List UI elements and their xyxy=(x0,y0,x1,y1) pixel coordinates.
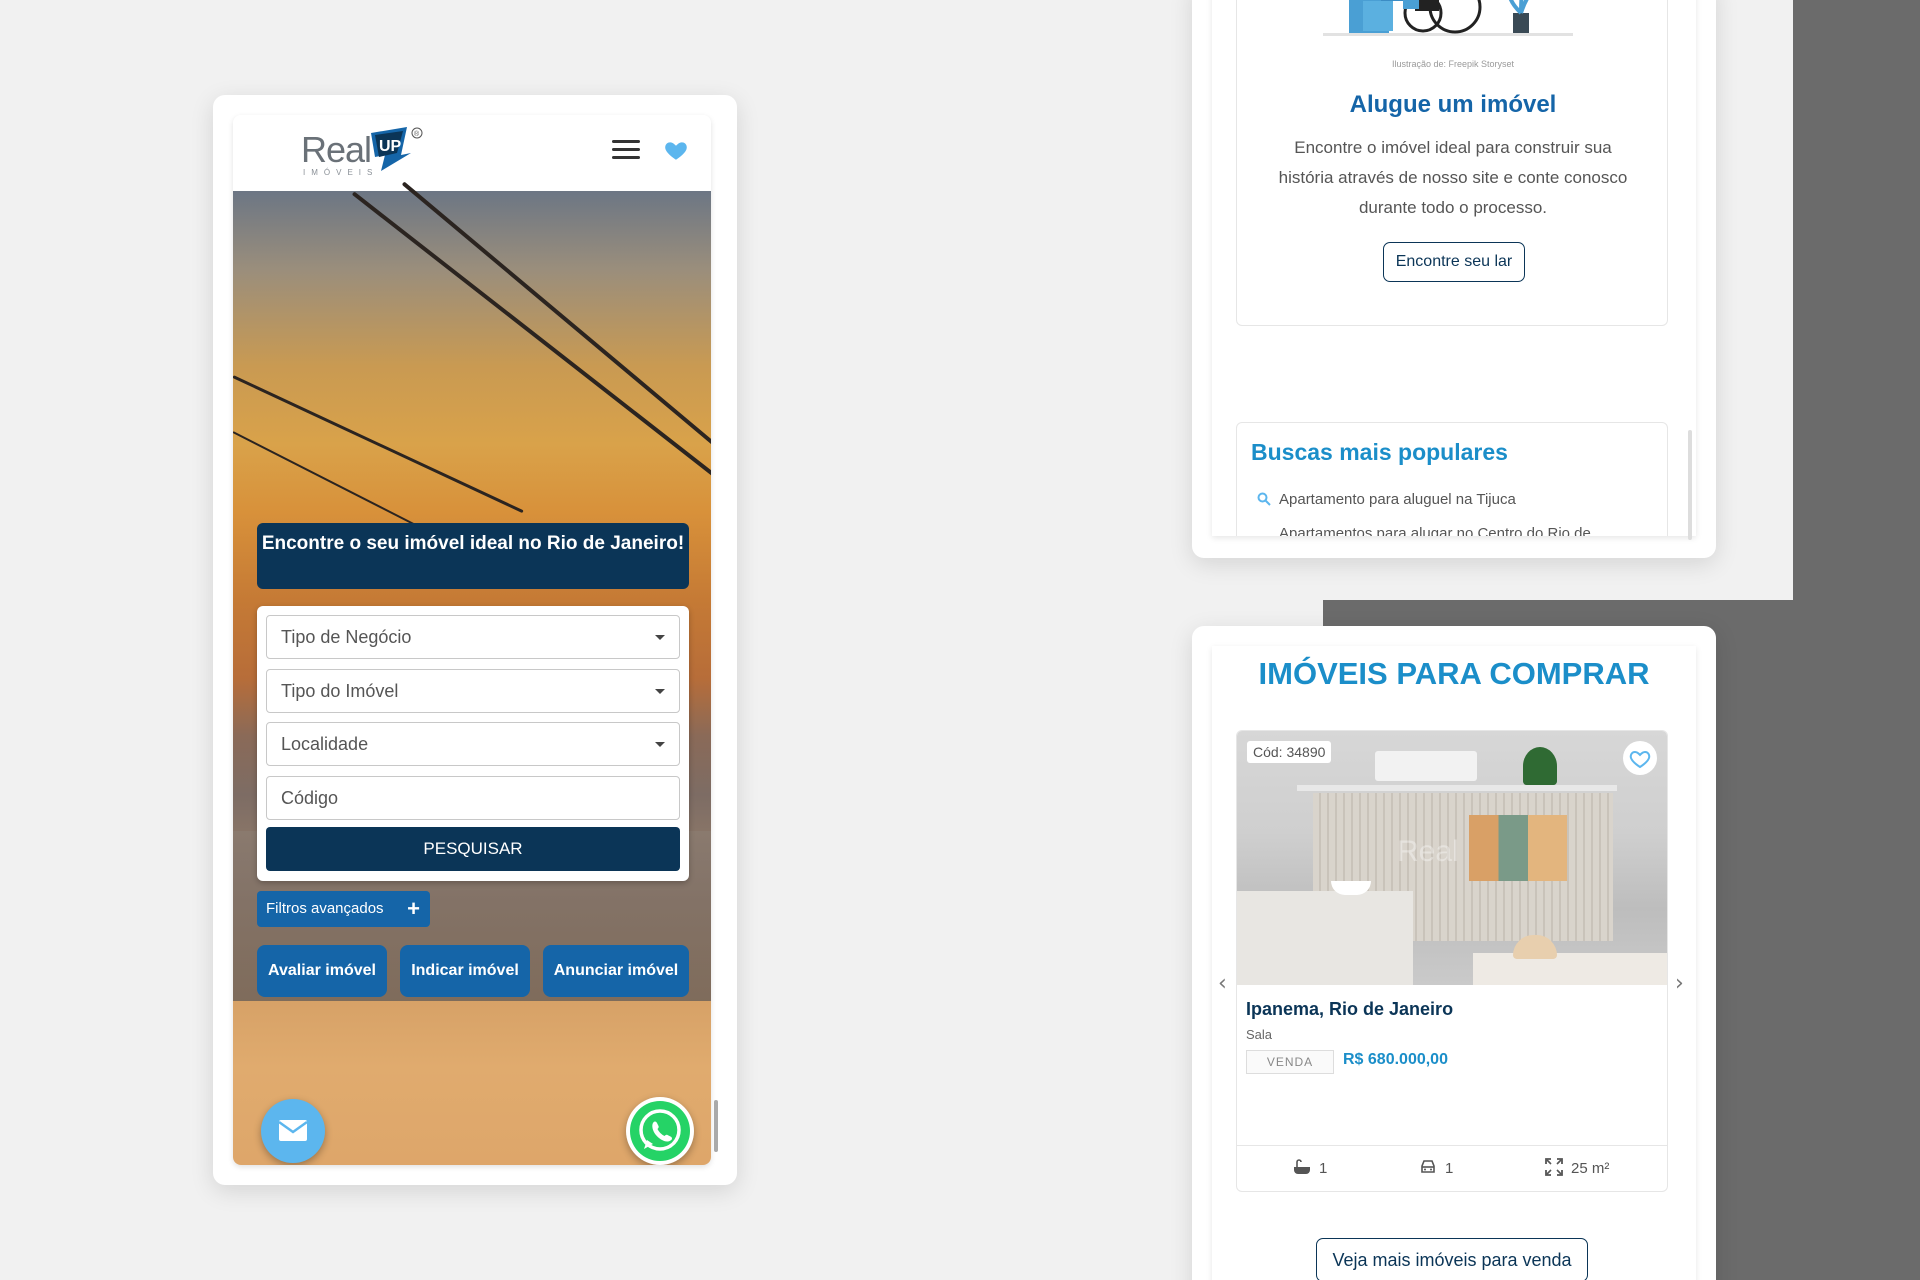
bathtub-icon xyxy=(1294,1159,1310,1174)
desk xyxy=(1237,891,1413,985)
popular-search-label: Apartamentos para alugar no Centro do Ri… xyxy=(1279,525,1591,536)
see-more-for-sale-button[interactable]: Veja mais imóveis para venda xyxy=(1316,1238,1588,1280)
rent-section-title: Alugue um imóvel xyxy=(1349,91,1557,118)
evaluate-property-button[interactable]: Avaliar imóvel xyxy=(257,945,387,997)
property-type-value: Tipo do Imóvel xyxy=(281,681,399,701)
area-value: 25 m² xyxy=(1571,1160,1610,1177)
caret-down-icon xyxy=(655,742,665,747)
favorite-button[interactable] xyxy=(1623,741,1657,775)
logo-wordmark: Real xyxy=(301,129,372,170)
property-price: R$ 680.000,00 xyxy=(1343,1051,1448,1068)
expand-icon xyxy=(1545,1158,1563,1176)
parking-count: 1 xyxy=(1445,1160,1454,1177)
deal-type-tag: VENDA xyxy=(1246,1050,1334,1074)
location-value: Localidade xyxy=(281,734,369,754)
plant xyxy=(1523,747,1557,785)
wheelchair-illustration xyxy=(1323,0,1573,36)
email-contact-button[interactable] xyxy=(261,1099,325,1163)
business-type-value: Tipo de Negócio xyxy=(281,627,412,647)
bathrooms-count: 1 xyxy=(1319,1160,1328,1177)
property-location: Ipanema, Rio de Janeiro xyxy=(1246,999,1454,1019)
popular-searches-card: Buscas mais populares Apartamento para a… xyxy=(1236,422,1668,536)
site-header: Real IMÓVEIS UP ® xyxy=(233,115,711,191)
location-select[interactable]: Localidade xyxy=(266,722,680,766)
popular-search-link[interactable]: Apartamentos para alugar no Centro do Ri… xyxy=(1279,525,1591,536)
code-input[interactable]: Código xyxy=(266,776,680,820)
realup-logo[interactable]: Real IMÓVEIS UP ® xyxy=(301,125,441,181)
parking-feature: 1 xyxy=(1419,1158,1453,1177)
advanced-filters-button[interactable]: Filtros avançados + xyxy=(257,891,430,927)
rent-section-card: Ilustração de: Freepik Storyset Alugue u… xyxy=(1236,0,1668,326)
caret-down-icon xyxy=(655,635,665,640)
hero-title: Encontre o seu imóvel ideal no Rio de Ja… xyxy=(257,523,689,589)
logo-registered-mark: ® xyxy=(414,130,420,138)
property-type-select[interactable]: Tipo do Imóvel xyxy=(266,669,680,713)
heart-icon[interactable] xyxy=(663,137,689,163)
search-button[interactable]: PESQUISAR xyxy=(266,827,680,871)
car-icon xyxy=(1421,1160,1435,1173)
heart-outline-icon xyxy=(1629,750,1651,769)
mockup-frame-home: Real IMÓVEIS UP ® Encontre o seu imóvel … xyxy=(213,95,737,1185)
illustration-credit: Ilustração de: Freepik Storyset xyxy=(1391,59,1515,69)
whatsapp-icon xyxy=(630,1101,690,1161)
search-icon xyxy=(1257,492,1271,506)
refer-property-button[interactable]: Indicar imóvel xyxy=(400,945,530,997)
air-conditioner xyxy=(1375,751,1477,781)
rent-section-text: Encontre o imóvel ideal para construir s… xyxy=(1278,138,1628,217)
find-home-button[interactable]: Encontre seu lar xyxy=(1383,242,1525,282)
buy-section-title: IMÓVEIS PARA COMPRAR xyxy=(1258,656,1650,691)
menu-icon[interactable] xyxy=(609,135,643,167)
mockup-frame-buy: IMÓVEIS PARA COMPRAR ‹ › Real Cód: 34890 xyxy=(1192,626,1716,1280)
popular-search-link[interactable]: Apartamento para aluguel na Tijuca xyxy=(1257,491,1516,508)
caret-down-icon xyxy=(655,689,665,694)
wall-art xyxy=(1469,815,1567,881)
mobile-screen-rent: Ilustração de: Freepik Storyset Alugue u… xyxy=(1212,0,1696,536)
code-placeholder: Código xyxy=(281,788,339,808)
carousel-prev-arrow[interactable]: ‹ xyxy=(1218,971,1227,996)
advanced-filters-label: Filtros avançados xyxy=(266,900,384,917)
popular-search-label: Apartamento para aluguel na Tijuca xyxy=(1279,491,1516,508)
property-code-badge: Cód: 34890 xyxy=(1247,741,1332,763)
mobile-screen-home: Real IMÓVEIS UP ® Encontre o seu imóvel … xyxy=(233,115,711,1165)
scrollbar[interactable] xyxy=(1688,430,1692,540)
property-type: Sala xyxy=(1246,1027,1273,1042)
image-watermark: Real xyxy=(1397,835,1459,868)
logo-mark-text: UP xyxy=(379,138,402,155)
table xyxy=(1473,953,1667,985)
mockup-frame-rent: Ilustração de: Freepik Storyset Alugue u… xyxy=(1192,0,1716,558)
area-feature: 25 m² xyxy=(1545,1158,1609,1177)
property-search-form: Tipo de Negócio Tipo do Imóvel Localidad… xyxy=(257,606,689,881)
popular-searches-title: Buscas mais populares xyxy=(1251,439,1508,465)
bathrooms-feature: 1 xyxy=(1293,1158,1327,1177)
shelf xyxy=(1297,785,1617,791)
property-features: 1 1 25 m² xyxy=(1237,1145,1667,1191)
property-photo: Real Cód: 34890 xyxy=(1237,731,1667,985)
logo-arrow-icon: UP ® xyxy=(371,127,423,171)
property-card[interactable]: Real Cód: 34890 Ipanema, Rio de Janeiro … xyxy=(1236,730,1668,1192)
business-type-select[interactable]: Tipo de Negócio xyxy=(266,615,680,659)
plus-icon: + xyxy=(407,896,420,921)
advertise-property-button[interactable]: Anunciar imóvel xyxy=(543,945,689,997)
carousel-next-arrow[interactable]: › xyxy=(1675,971,1684,996)
mail-icon xyxy=(278,1120,308,1141)
scrollbar[interactable] xyxy=(714,1100,718,1152)
mobile-screen-buy: IMÓVEIS PARA COMPRAR ‹ › Real Cód: 34890 xyxy=(1212,646,1696,1280)
whatsapp-contact-button[interactable] xyxy=(626,1097,694,1165)
cable-line xyxy=(233,375,524,514)
